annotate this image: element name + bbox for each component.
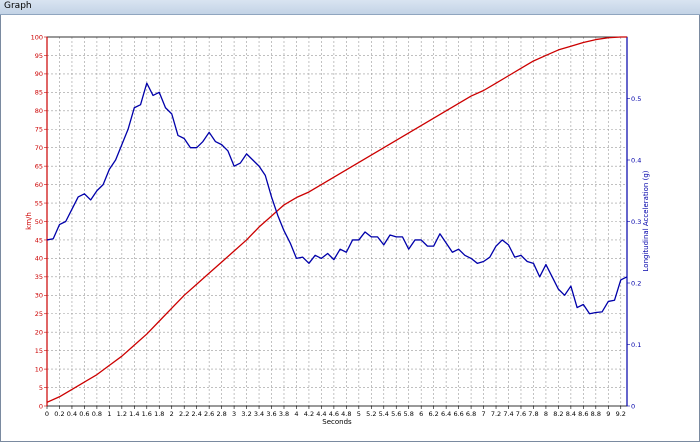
y-right-tick-labels: 0 0.1 0.2 0.3 0.4 0.5	[627, 95, 641, 410]
y-left-tick-label: 65	[35, 162, 43, 170]
y-left-tick-label: 40	[35, 255, 43, 263]
y-left-tick-label: 25	[35, 310, 43, 318]
x-tick-label: 6	[419, 410, 423, 418]
x-tick-label: 2	[170, 410, 174, 418]
y-right-tick-label: 0.4	[631, 156, 641, 164]
y-right-tick-label: 0.3	[631, 218, 641, 226]
x-tick-label: 0.6	[79, 410, 89, 418]
x-tick-labels: 0 0.2 0.4 0.6 0.8 1 1.2 1.4 1.6 1.8 2 2.2 2.4 2.6 2.8 3…	[45, 406, 626, 418]
y-left-tick-label: 70	[35, 144, 43, 152]
x-tick-label: 2.4	[192, 410, 202, 418]
x-tick-label: 8.6	[578, 410, 588, 418]
y-left-tick-label: 80	[35, 107, 43, 115]
x-tick-label: 3.8	[279, 410, 289, 418]
x-axis-label: Seconds	[322, 418, 352, 426]
x-tick-label: 2.2	[179, 410, 189, 418]
y-left-tick-label: 5	[39, 384, 43, 392]
x-tick-label: 1.6	[142, 410, 152, 418]
x-tick-label: 5.6	[391, 410, 401, 418]
y-right-tick-label: 0.1	[631, 341, 641, 349]
y-left-tick-label: 75	[35, 126, 43, 134]
x-tick-label: 5.4	[379, 410, 389, 418]
x-tick-label: 6.2	[428, 410, 438, 418]
y-left-tick-labels: 0 5 10 15 20 25 30 35 40 45 50 55 60 65 70 75 80 85 90 95 10…	[31, 33, 47, 410]
series-layer	[46, 36, 628, 403]
y-left-tick-label: 85	[35, 89, 43, 97]
x-tick-label: 0.8	[92, 410, 102, 418]
x-tick-label: 4.4	[316, 410, 326, 418]
x-tick-label: 4.8	[341, 410, 351, 418]
y-left-tick-label: 100	[31, 33, 43, 41]
x-tick-label: 4.6	[329, 410, 339, 418]
acceleration-series-line	[46, 82, 628, 315]
x-tick-label: 7	[481, 410, 485, 418]
x-tick-label: 5.8	[404, 410, 414, 418]
y-left-tick-label: 45	[35, 236, 43, 244]
x-tick-label: 5	[357, 410, 361, 418]
x-tick-label: 8.4	[566, 410, 576, 418]
y-left-axis-label: km/h	[25, 212, 33, 230]
x-tick-label: 9.2	[616, 410, 626, 418]
y-left-tick-label: 50	[35, 218, 43, 226]
y-left-tick-label: 30	[35, 292, 43, 300]
x-tick-label: 0.4	[67, 410, 77, 418]
x-tick-label: 7.8	[528, 410, 538, 418]
x-tick-label: 6.4	[441, 410, 451, 418]
x-tick-label: 5.2	[366, 410, 376, 418]
chart-grid	[47, 37, 627, 406]
y-left-tick-label: 20	[35, 329, 43, 337]
x-tick-label: 1.8	[154, 410, 164, 418]
x-tick-label: 9	[606, 410, 610, 418]
x-tick-label: 8.8	[591, 410, 601, 418]
y-right-axis-label: Longitudinal Acceleration (g)	[642, 170, 650, 271]
x-tick-label: 2.8	[216, 410, 226, 418]
x-tick-label: 8.2	[553, 410, 563, 418]
y-left-tick-label: 55	[35, 199, 43, 207]
y-left-tick-label: 35	[35, 273, 43, 281]
x-tick-label: 7.2	[491, 410, 501, 418]
y-right-tick-label: 0	[631, 402, 635, 410]
y-left-tick-label: 10	[35, 365, 43, 373]
x-tick-label: 3.2	[241, 410, 251, 418]
speed-series-line	[46, 36, 627, 403]
x-tick-label: 6.8	[466, 410, 476, 418]
y-left-tick-label: 95	[35, 52, 43, 60]
y-left-tick-label: 60	[35, 181, 43, 189]
x-tick-label: 6.6	[453, 410, 463, 418]
x-tick-label: 7.6	[516, 410, 526, 418]
y-right-tick-label: 0.2	[631, 279, 641, 287]
x-tick-label: 4	[294, 410, 298, 418]
y-right-tick-label: 0.5	[631, 95, 641, 103]
x-tick-label: 2.6	[204, 410, 214, 418]
x-tick-label: 3.6	[266, 410, 276, 418]
y-left-tick-label: 90	[35, 70, 43, 78]
x-tick-label: 3.4	[254, 410, 264, 418]
x-tick-label: 1.2	[117, 410, 127, 418]
x-tick-label: 1	[107, 410, 111, 418]
x-tick-label: 4.2	[304, 410, 314, 418]
x-tick-label: 0	[45, 410, 49, 418]
x-tick-label: 3	[232, 410, 236, 418]
x-tick-label: 0.2	[54, 410, 64, 418]
y-left-tick-label: 0	[39, 402, 43, 410]
y-left-tick-label: 15	[35, 347, 43, 355]
chart-svg: 0 0.2 0.4 0.6 0.8 1 1.2 1.4 1.6 1.8 2 2.2 2.4 2.6 2.8 3…	[25, 33, 650, 426]
graph-window: Graph 0 0.2 0.4 0.6 0.8 1 1.2 1.4 1.6 1.8 2 2.2 2.4 2…	[0, 0, 700, 442]
x-tick-label: 7.4	[503, 410, 513, 418]
x-tick-label: 8	[544, 410, 548, 418]
x-tick-label: 1.4	[129, 410, 139, 418]
